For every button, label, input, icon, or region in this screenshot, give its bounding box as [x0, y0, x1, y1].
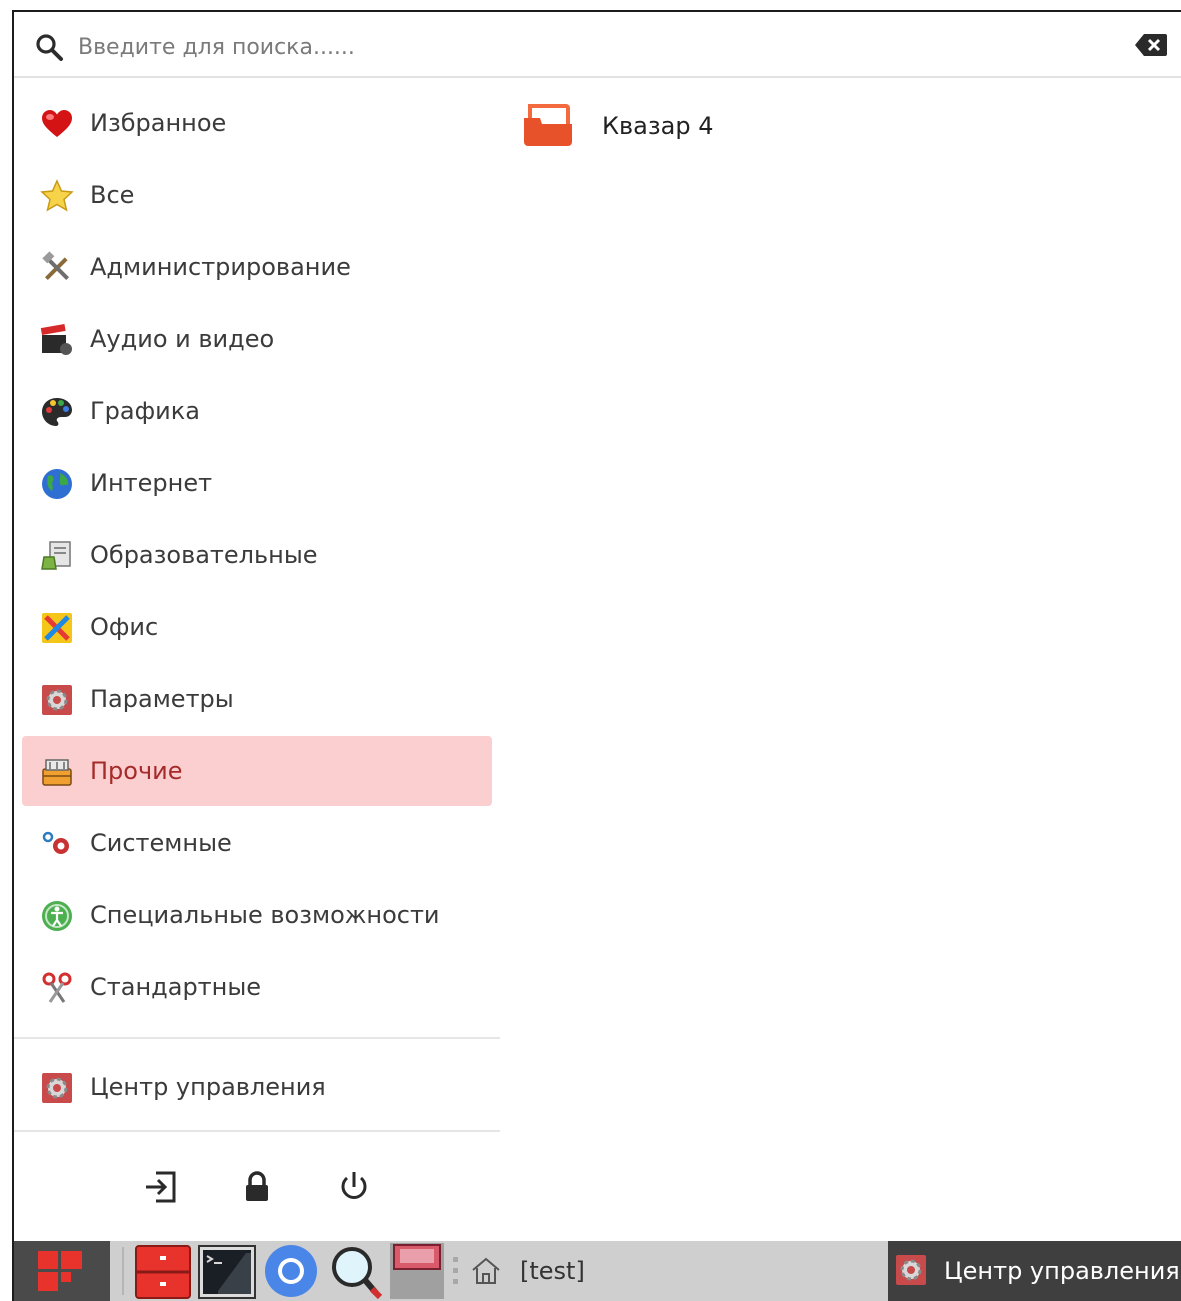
search-tool-icon[interactable] — [326, 1243, 384, 1299]
control-center-icon — [896, 1255, 926, 1285]
settings-icon — [42, 685, 72, 715]
divider — [14, 1037, 500, 1039]
category-graphics[interactable]: Графика — [22, 376, 492, 446]
power-icon[interactable] — [334, 1167, 374, 1207]
category-office[interactable]: Офис — [22, 592, 492, 662]
app-kvazar[interactable]: Квазар 4 — [522, 98, 822, 168]
office-icon — [42, 613, 72, 643]
divider — [14, 1130, 500, 1132]
education-icon — [41, 541, 71, 570]
star-icon — [40, 179, 74, 212]
category-accessibility[interactable]: Специальные возможности — [22, 880, 492, 950]
window-app-icon[interactable] — [388, 1243, 446, 1299]
category-label: Интернет — [90, 469, 213, 497]
task-label: Центр управления — [944, 1257, 1180, 1285]
category-audio-video[interactable]: Аудио и видео — [22, 304, 492, 374]
workspace-label[interactable]: [test] — [520, 1241, 585, 1301]
category-label: Офис — [90, 613, 159, 641]
search-icon — [36, 34, 63, 61]
tools-icon — [42, 251, 70, 281]
application-menu: Избранное Все Администрирование Аудио и … — [12, 10, 1181, 1241]
app-label: Квазар 4 — [602, 112, 714, 140]
accessibility-icon — [42, 901, 72, 931]
category-system[interactable]: Системные — [22, 808, 492, 878]
toolbox-icon — [42, 759, 72, 786]
category-label: Образовательные — [90, 541, 318, 569]
file-manager-icon[interactable] — [134, 1243, 192, 1299]
category-label: Аудио и видео — [90, 325, 275, 353]
category-label: Избранное — [90, 109, 227, 137]
category-label: Системные — [90, 829, 232, 857]
system-gears-icon — [42, 831, 69, 854]
control-center-label: Центр управления — [90, 1073, 326, 1101]
category-standard[interactable]: Стандартные — [22, 952, 492, 1022]
folder-app-icon — [524, 104, 572, 146]
task-control-center[interactable]: Центр управления — [888, 1241, 1181, 1301]
control-center-icon — [42, 1073, 72, 1103]
category-label: Прочие — [90, 757, 183, 785]
heart-icon — [42, 110, 72, 137]
start-menu-button[interactable] — [14, 1241, 110, 1301]
terminal-icon[interactable] — [198, 1243, 256, 1299]
category-label: Все — [90, 181, 135, 209]
category-label: Графика — [90, 397, 200, 425]
control-center-item[interactable]: Центр управления — [22, 1052, 492, 1122]
category-all[interactable]: Все — [22, 160, 492, 230]
clapperboard-icon — [40, 323, 72, 355]
category-label: Администрирование — [90, 253, 351, 281]
taskbar: [test] Центр управления — [12, 1241, 1181, 1301]
search-input[interactable] — [76, 26, 1100, 68]
scissors-icon — [42, 972, 72, 1003]
palette-icon — [42, 398, 72, 426]
category-administration[interactable]: Администрирование — [22, 232, 492, 302]
search-bar — [14, 12, 1181, 78]
category-education[interactable]: Образовательные — [22, 520, 492, 590]
category-label: Стандартные — [90, 973, 262, 1001]
start-menu-icon — [38, 1251, 82, 1291]
category-other[interactable]: Прочие — [22, 736, 492, 806]
lock-icon[interactable] — [237, 1167, 277, 1207]
globe-icon — [42, 469, 72, 499]
logout-icon[interactable] — [140, 1167, 180, 1207]
drag-handle-icon[interactable] — [452, 1255, 460, 1287]
category-favorites[interactable]: Избранное — [22, 88, 492, 158]
home-icon[interactable] — [470, 1255, 502, 1287]
category-label: Параметры — [90, 685, 234, 713]
taskbar-separator — [122, 1247, 124, 1295]
chromium-icon[interactable] — [262, 1243, 320, 1299]
clear-search-icon[interactable] — [1134, 32, 1168, 58]
category-settings[interactable]: Параметры — [22, 664, 492, 734]
category-label: Специальные возможности — [90, 901, 440, 929]
category-internet[interactable]: Интернет — [22, 448, 492, 518]
